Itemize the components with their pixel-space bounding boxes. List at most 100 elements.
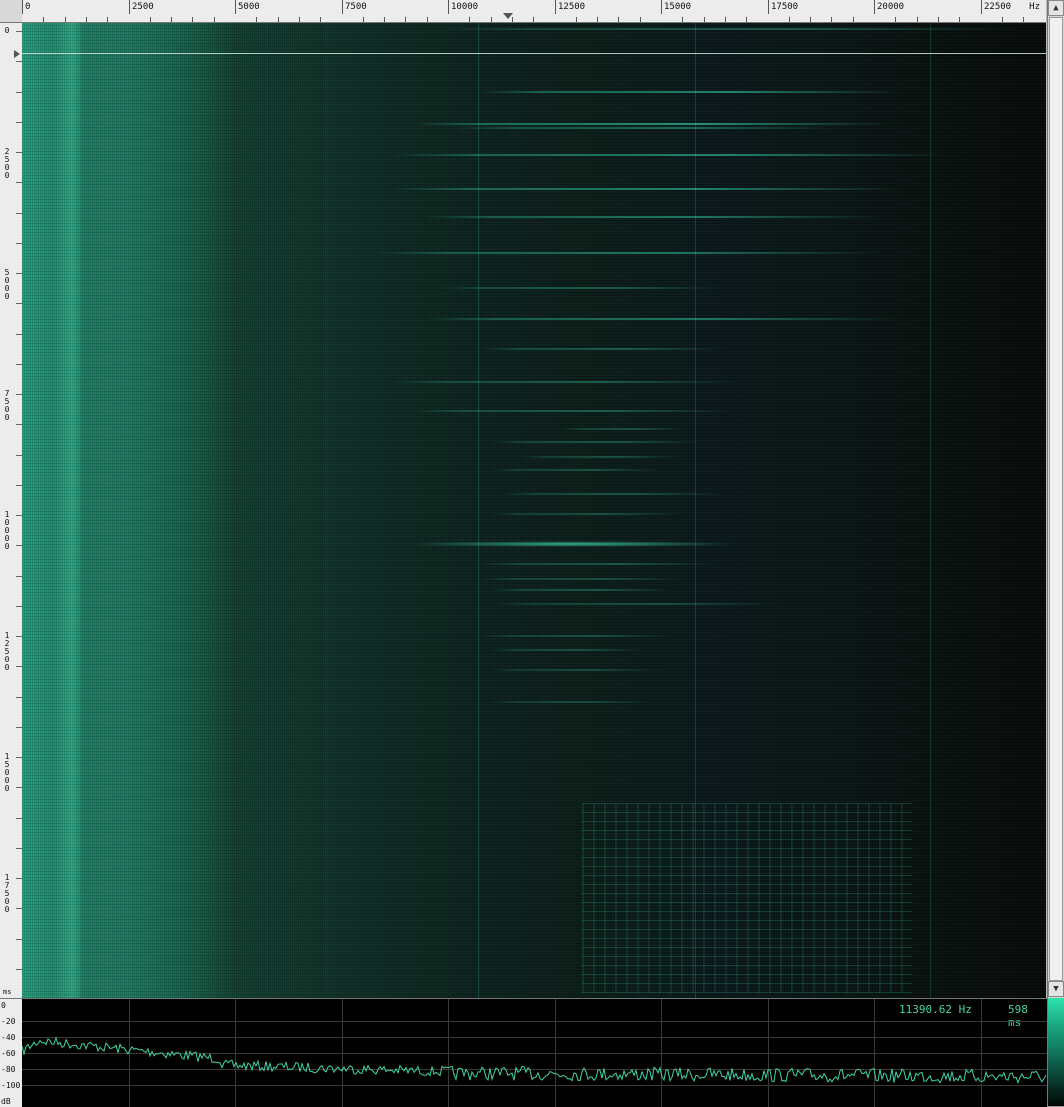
- vertical-scrollbar[interactable]: ▲ ▼: [1047, 0, 1064, 998]
- spectral-harmonic-line: [522, 456, 682, 458]
- spectral-vertical-line: [78, 23, 79, 998]
- frequency-tick-label: 12500: [558, 2, 586, 12]
- spectral-harmonic-line: [482, 563, 712, 565]
- spectral-harmonic-line: [477, 91, 902, 93]
- frequency-minor-tick: [107, 17, 108, 22]
- spectral-harmonic-line: [492, 649, 642, 651]
- spectral-harmonic-line: [482, 348, 722, 350]
- frequency-major-tick: [129, 0, 130, 14]
- spectrum-trace: [22, 1036, 1047, 1085]
- spectral-texture-region: [582, 803, 912, 993]
- spectral-harmonic-line: [492, 701, 652, 703]
- frequency-minor-tick: [1023, 17, 1024, 22]
- spectral-harmonic-line: [492, 513, 682, 515]
- spectral-harmonic-line: [482, 635, 672, 637]
- frequency-minor-tick: [597, 17, 598, 22]
- spectral-harmonic-line: [412, 410, 732, 412]
- spectral-burst: [402, 541, 742, 547]
- frequency-minor-tick: [640, 17, 641, 22]
- frequency-minor-tick: [384, 17, 385, 22]
- spectral-harmonic-line: [492, 589, 672, 591]
- frequency-minor-tick: [725, 17, 726, 22]
- frequency-tick-label: 2500: [132, 2, 154, 12]
- frequency-major-tick: [22, 0, 23, 14]
- spectrogram-view[interactable]: [22, 23, 1046, 998]
- frequency-minor-tick: [810, 17, 811, 22]
- frequency-minor-tick: [938, 17, 939, 22]
- frequency-ruler[interactable]: Hz 0 2500 5000 7500 10000 12500 15000 17500 2000…: [22, 0, 1046, 23]
- frequency-minor-tick: [895, 17, 896, 22]
- frequency-major-tick: [661, 0, 662, 14]
- time-tick-label: 5000: [4, 268, 10, 301]
- scroll-up-icon[interactable]: ▲: [1048, 0, 1064, 16]
- time-tick-label: 7500: [4, 389, 10, 422]
- spectral-harmonic-line: [392, 381, 742, 383]
- frequency-minor-tick: [469, 17, 470, 22]
- frequency-major-tick: [342, 0, 343, 14]
- frequency-minor-tick: [363, 17, 364, 22]
- frequency-minor-tick: [491, 17, 492, 22]
- spectral-vertical-line: [68, 23, 69, 998]
- spectral-harmonic-line: [412, 123, 892, 125]
- time-cursor-marker[interactable]: [14, 50, 20, 58]
- db-tick-label: -60: [1, 1049, 16, 1058]
- frequency-minor-tick: [576, 17, 577, 22]
- frequency-tick-label: 7500: [345, 2, 367, 12]
- spectral-harmonic-line: [442, 287, 722, 289]
- spectral-harmonic-line: [452, 127, 842, 129]
- spectral-harmonic-line: [502, 493, 722, 495]
- db-tick-label: -20: [1, 1017, 16, 1026]
- time-tick-label: 12500: [4, 631, 10, 672]
- spectral-harmonic-line: [492, 469, 662, 471]
- frequency-minor-tick: [192, 17, 193, 22]
- time-tick-label: 15000: [4, 752, 10, 793]
- frequency-minor-tick: [618, 17, 619, 22]
- spectral-harmonic-line: [442, 28, 1022, 30]
- spectral-harmonic-line: [422, 216, 882, 218]
- frequency-major-tick: [874, 0, 875, 14]
- frequency-major-tick: [555, 0, 556, 14]
- frequency-minor-tick: [853, 17, 854, 22]
- frequency-major-tick: [768, 0, 769, 14]
- spectral-harmonic-line: [492, 603, 782, 605]
- db-tick-label: -100: [1, 1081, 21, 1090]
- frequency-major-tick: [235, 0, 236, 14]
- frequency-minor-tick: [405, 17, 406, 22]
- time-cursor-line: [22, 53, 1046, 54]
- spectrum-panel[interactable]: 11390.62 Hz 598 ms: [22, 998, 1047, 1107]
- spectral-harmonic-line: [422, 318, 902, 320]
- spectrogram-window: Hz 0 2500 5000 7500 10000 12500 15000 17500 2000…: [0, 0, 1064, 1107]
- frequency-minor-tick: [1002, 17, 1003, 22]
- scrollbar-thumb[interactable]: [1049, 17, 1063, 981]
- frequency-tick-label: 15000: [664, 2, 692, 12]
- spectral-harmonic-line: [562, 428, 682, 430]
- frequency-minor-tick: [917, 17, 918, 22]
- frequency-tick-label: 5000: [238, 2, 260, 12]
- frequency-tick-label: 22500: [984, 2, 1012, 12]
- frequency-minor-tick: [512, 17, 513, 22]
- frequency-unit-label: Hz: [1029, 2, 1040, 12]
- spectral-harmonic-line: [372, 252, 882, 254]
- frequency-major-tick: [448, 0, 449, 14]
- time-tick-label: 17500: [4, 873, 10, 914]
- frequency-minor-tick: [682, 17, 683, 22]
- scroll-down-icon[interactable]: ▼: [1048, 981, 1064, 997]
- frequency-minor-tick: [831, 17, 832, 22]
- frequency-major-tick: [981, 0, 982, 14]
- frequency-minor-tick: [171, 17, 172, 22]
- ruler-corner: [0, 0, 23, 23]
- frequency-minor-tick: [746, 17, 747, 22]
- frequency-minor-tick: [789, 17, 790, 22]
- frequency-minor-tick: [299, 17, 300, 22]
- frequency-tick-label: 0: [25, 2, 31, 12]
- spectrum-trace-line: [22, 1036, 1047, 1085]
- frequency-minor-tick: [533, 17, 534, 22]
- frequency-minor-tick: [704, 17, 705, 22]
- frequency-minor-tick: [43, 17, 44, 22]
- spectral-harmonic-line: [392, 154, 952, 156]
- frequency-minor-tick: [278, 17, 279, 22]
- db-tick-label: -80: [1, 1065, 16, 1074]
- color-scale-bar: [1047, 998, 1064, 1106]
- spectral-harmonic-line: [392, 188, 902, 190]
- time-ruler[interactable]: ms 0 2500 5000 7500 10000 12500 15000 17500: [0, 23, 23, 998]
